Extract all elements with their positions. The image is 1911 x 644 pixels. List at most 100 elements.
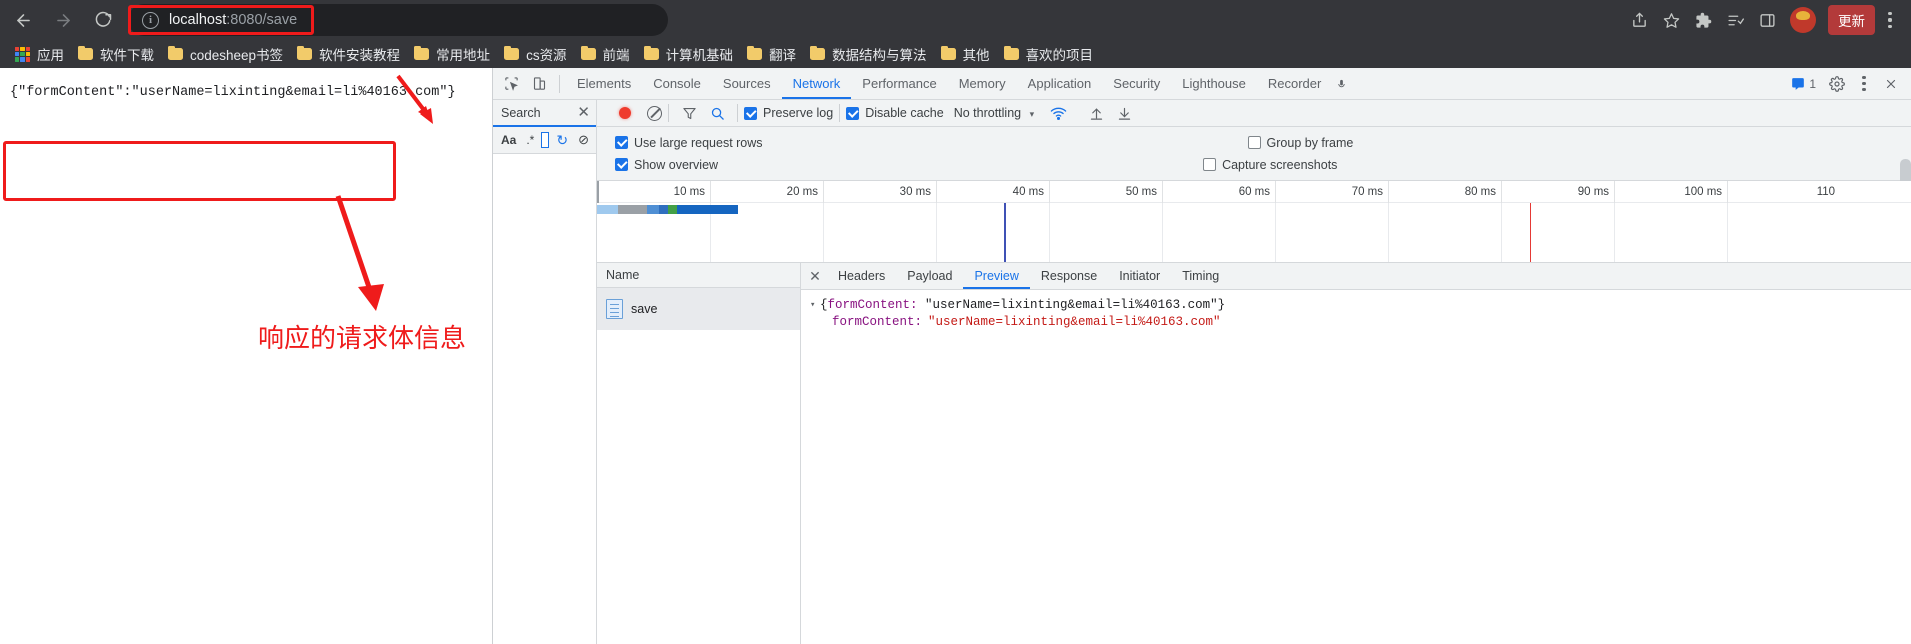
reading-list-icon[interactable]: [1720, 5, 1750, 35]
match-case-icon[interactable]: Aa: [498, 132, 519, 148]
close-icon[interactable]: ✕: [577, 105, 590, 120]
back-button[interactable]: [6, 3, 40, 37]
preview-child-line[interactable]: formContent: "userName=lixinting&email=l…: [810, 314, 1911, 331]
bookmark-label: 前端: [602, 48, 630, 63]
disclosure-triangle-icon[interactable]: ▾: [810, 297, 820, 314]
update-button[interactable]: 更新: [1828, 5, 1875, 35]
bookmark-label: 翻译: [769, 48, 797, 63]
search-input[interactable]: [541, 132, 550, 148]
page-viewport: {"formContent":"userName=lixinting&email…: [0, 68, 492, 644]
bookmark-folder-7[interactable]: 计算机基础: [637, 42, 741, 66]
bookmark-folder-8[interactable]: 翻译: [740, 42, 803, 66]
bookmark-folder-1[interactable]: 软件下载: [71, 42, 161, 66]
settings-gear-icon[interactable]: [1823, 70, 1851, 98]
tab-console[interactable]: Console: [642, 68, 712, 99]
checkbox-box: [846, 106, 860, 120]
request-list: Name save: [597, 263, 801, 644]
bookmark-apps[interactable]: 应用: [8, 42, 71, 66]
bookmark-folder-2[interactable]: codesheep书签: [161, 42, 290, 66]
import-har-icon[interactable]: [1082, 99, 1110, 127]
tab-performance[interactable]: Performance: [851, 68, 947, 99]
bookmark-star-icon[interactable]: [1656, 5, 1686, 35]
use-large-request-rows-checkbox[interactable]: Use large request rows: [615, 136, 763, 150]
filter-icon[interactable]: [675, 99, 703, 127]
chevron-down-icon: ▾: [1029, 109, 1035, 119]
inspect-element-icon[interactable]: [497, 70, 525, 98]
device-toolbar-icon[interactable]: [525, 70, 553, 98]
tick-label: 80 ms: [1464, 186, 1497, 198]
tab-sources[interactable]: Sources: [712, 68, 782, 99]
refresh-icon[interactable]: ↻: [553, 131, 571, 150]
tab-security[interactable]: Security: [1102, 68, 1171, 99]
tab-lighthouse[interactable]: Lighthouse: [1171, 68, 1257, 99]
export-har-icon[interactable]: [1110, 99, 1138, 127]
tick-label: 100 ms: [1684, 186, 1723, 198]
page-info-icon[interactable]: i: [142, 11, 159, 29]
throttling-dropdown[interactable]: No throttling ▾: [954, 106, 1034, 120]
clear-network-log-button[interactable]: [647, 105, 662, 121]
tab-initiator[interactable]: Initiator: [1108, 263, 1171, 289]
tab-application[interactable]: Application: [1017, 68, 1103, 99]
folder-icon: [580, 45, 596, 60]
request-list-header[interactable]: Name: [597, 263, 800, 288]
search-pane-header: Search ✕: [493, 100, 596, 127]
capture-screenshots-checkbox[interactable]: Capture screenshots: [1203, 158, 1337, 172]
tab-network[interactable]: Network: [781, 68, 852, 99]
three-dot-menu-icon[interactable]: [1877, 5, 1903, 35]
network-conditions-icon[interactable]: [1044, 99, 1072, 127]
bookmark-folder-4[interactable]: 常用地址: [407, 42, 497, 66]
devtools-more-icon[interactable]: [1851, 69, 1877, 99]
group-by-frame-checkbox[interactable]: Group by frame: [1247, 136, 1353, 150]
bookmark-folder-3[interactable]: 软件安装教程: [290, 42, 407, 66]
tab-headers[interactable]: Headers: [827, 263, 896, 289]
tab-payload[interactable]: Payload: [896, 263, 963, 289]
apps-grid-icon: [15, 46, 30, 62]
reload-button[interactable]: [86, 3, 120, 37]
close-icon[interactable]: ✕: [803, 263, 827, 289]
tab-preview[interactable]: Preview: [963, 263, 1030, 289]
forward-button[interactable]: [46, 3, 80, 37]
bookmark-folder-5[interactable]: cs资源: [497, 42, 574, 66]
show-overview-checkbox[interactable]: Show overview: [615, 158, 718, 172]
preview-root-line[interactable]: ▾ { formContent: "userName=lixinting&ema…: [810, 297, 1911, 314]
network-split: Name save ✕ Headers Payload Preview Resp…: [597, 263, 1911, 644]
profile-avatar[interactable]: [1790, 7, 1816, 33]
bookmark-folder-11[interactable]: 喜欢的项目: [997, 42, 1101, 66]
preserve-log-checkbox[interactable]: Preserve log: [744, 106, 833, 120]
search-icon[interactable]: [703, 99, 731, 127]
tab-recorder[interactable]: Recorder: [1257, 68, 1358, 99]
bookmarks-bar: 应用 软件下载 codesheep书签 软件安装教程 常用地址 cs资源 前端 …: [0, 40, 1911, 68]
disable-cache-checkbox[interactable]: Disable cache: [846, 106, 944, 120]
bookmark-folder-10[interactable]: 其他: [934, 42, 997, 66]
devtools-close-icon[interactable]: [1877, 70, 1905, 98]
bookmark-folder-9[interactable]: 数据结构与算法: [803, 42, 934, 66]
record-button[interactable]: [619, 107, 631, 119]
tick-label: 50 ms: [1125, 186, 1158, 198]
tab-timing[interactable]: Timing: [1171, 263, 1230, 289]
bookmark-label: 数据结构与算法: [832, 48, 927, 63]
timeline-ruler: 10 ms 20 ms 30 ms 40 ms 50 ms 60 ms 70 m…: [597, 181, 1911, 203]
devtools-messages-icon[interactable]: 1: [1784, 75, 1823, 93]
bookmark-folder-6[interactable]: 前端: [574, 42, 637, 66]
tab-elements[interactable]: Elements: [566, 68, 642, 99]
bookmark-label: 软件安装教程: [319, 48, 401, 63]
bookmark-label: 其他: [962, 48, 990, 63]
network-overview[interactable]: 10 ms 20 ms 30 ms 40 ms 50 ms 60 ms 70 m…: [597, 181, 1911, 263]
tick-label: 70 ms: [1351, 186, 1384, 198]
table-row[interactable]: save: [597, 288, 800, 330]
share-icon[interactable]: [1624, 5, 1654, 35]
clear-icon[interactable]: ⊘: [575, 131, 592, 149]
address-bar[interactable]: i localhost:8080/save: [128, 4, 668, 36]
folder-icon: [78, 45, 93, 60]
tab-response[interactable]: Response: [1030, 263, 1108, 289]
show-overview-label: Show overview: [634, 157, 719, 172]
extensions-puzzle-icon[interactable]: [1688, 5, 1718, 35]
bookmark-label: 喜欢的项目: [1025, 48, 1094, 63]
checkbox-box: [744, 106, 757, 120]
tick-label: 90 ms: [1577, 186, 1610, 198]
regex-icon[interactable]: .*: [523, 132, 537, 148]
tab-recorder-label: Recorder: [1267, 76, 1322, 91]
side-panel-icon[interactable]: [1752, 5, 1782, 35]
use-large-request-rows-label: Use large request rows: [634, 135, 763, 150]
tab-memory[interactable]: Memory: [948, 68, 1017, 99]
